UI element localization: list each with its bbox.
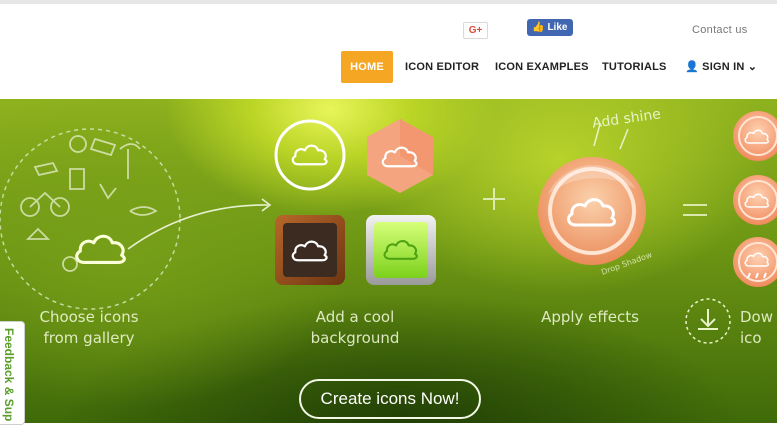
step-choose-line1: Choose icons [39,308,139,326]
background-white-ring [274,119,346,191]
step-download-line2: ico [740,329,762,347]
sign-in-label: SIGN IN [702,61,745,73]
result-icons [733,111,777,287]
facebook-like-button[interactable]: 👍 Like 1 [527,19,573,50]
feedback-label: Feedback & Sup [2,328,16,422]
create-icons-button[interactable]: Create icons Now! [299,379,481,419]
effects-preview [538,123,646,265]
contact-us-link[interactable]: Contact us [692,24,748,36]
hero-artwork [0,111,777,344]
background-metal-lime [366,215,436,285]
step-choose-caption: Choose icons from gallery [34,307,144,349]
download-icon [685,298,731,344]
step-download-line1: Dow [740,308,773,326]
feedback-tab[interactable]: Feedback & Sup [0,321,25,425]
step-download-caption: Dow ico [740,307,777,349]
nav-home[interactable]: HOME [341,51,393,83]
nav-icon-editor[interactable]: ICON EDITOR [405,51,479,83]
cloud-icon [75,234,126,265]
chevron-down-icon: ⌄ [747,61,758,73]
nav-tutorials[interactable]: TUTORIALS [602,51,667,83]
step-choose-line2: from gallery [43,329,135,347]
nav-icon-examples[interactable]: ICON EXAMPLES [495,51,589,83]
hero-banner: Choose icons from gallery Add a cool bac… [0,99,777,423]
background-wood [275,215,345,285]
thumbs-up-icon: 👍 [532,22,545,33]
nav-sign-in[interactable]: 👤 SIGN IN ⌄ [685,51,757,83]
step-background-caption: Add a cool background [300,307,410,349]
background-hexagon [367,119,433,193]
step-effects-caption: Apply effects [541,308,639,326]
gallery-circle [0,128,272,310]
user-icon: 👤 [685,61,699,73]
step-background-line1: Add a cool [315,308,395,326]
google-plus-button[interactable]: G+ [463,22,488,39]
step-background-line2: background [310,329,400,347]
